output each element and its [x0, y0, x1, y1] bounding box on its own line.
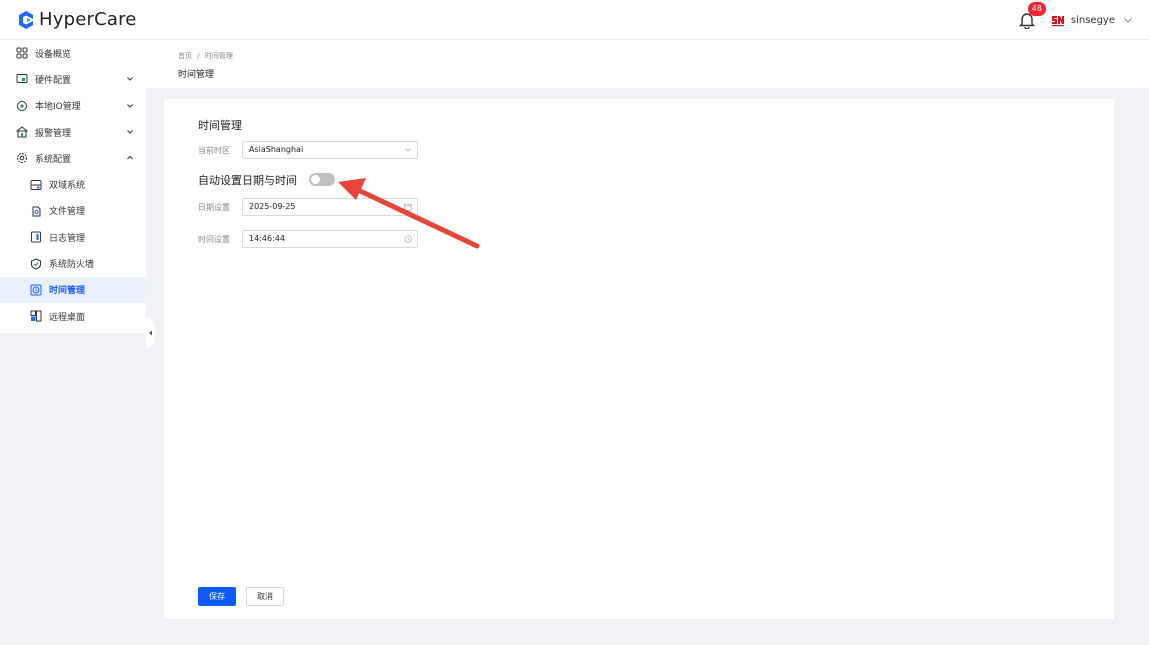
- notification-button[interactable]: 48: [1018, 2, 1046, 30]
- sidebar-item-firewall[interactable]: 系统防火墙: [0, 250, 146, 276]
- sidebar-item-alarm[interactable]: 报警管理: [0, 119, 146, 145]
- sidebar-item-label: 文件管理: [49, 207, 86, 218]
- top-header: HyperCare 48 sinsegye: [0, 0, 1149, 40]
- app-name: HyperCare: [39, 9, 137, 30]
- chevron-down-icon[interactable]: [1123, 15, 1133, 25]
- log-icon: [31, 231, 41, 243]
- sidebar-item-hardware-config[interactable]: 硬件配置: [0, 66, 146, 92]
- sidebar-item-label: 日志管理: [49, 233, 86, 244]
- sidebar-item-file-management[interactable]: 文件管理: [0, 198, 146, 224]
- sidebar-item-remote-desktop[interactable]: 远程桌面: [0, 303, 146, 329]
- sidebar-item-log-management[interactable]: 日志管理: [0, 224, 146, 250]
- app-logo[interactable]: HyperCare: [16, 9, 137, 30]
- hypercare-logo-icon: [19, 10, 33, 29]
- breadcrumb-home[interactable]: 首页: [178, 52, 192, 60]
- sidebar-item-label: 时间管理: [49, 286, 86, 297]
- cancel-button[interactable]: 取消: [246, 587, 284, 606]
- content-header: 首页 / 时间管理 时间管理: [146, 40, 1149, 88]
- grid-icon: [16, 47, 28, 59]
- sidebar-item-label: 系统配置: [35, 154, 72, 165]
- sidebar-item-label: 本地IO管理: [35, 102, 81, 113]
- io-icon: [17, 100, 27, 111]
- timezone-label: 当前时区: [198, 146, 230, 155]
- sidebar-item-label: 设备概览: [35, 49, 72, 60]
- sidebar-item-label: 远程桌面: [49, 312, 86, 323]
- system-config-icon: [17, 153, 27, 164]
- chevron-down-icon: [127, 103, 133, 108]
- save-button[interactable]: 保存: [198, 587, 236, 606]
- date-label: 日期设置: [198, 203, 230, 212]
- chevron-down-icon: [405, 148, 411, 152]
- hardware-icon: [16, 74, 28, 84]
- notification-badge: 48: [1027, 2, 1046, 16]
- switch-knob: [311, 175, 320, 184]
- dual-domain-icon: [30, 179, 42, 190]
- sidebar-item-label: 报警管理: [35, 128, 72, 139]
- username[interactable]: sinsegye: [1071, 15, 1115, 26]
- breadcrumb-separator: /: [197, 52, 200, 60]
- alarm-icon: [16, 126, 28, 138]
- sidebar-item-local-io[interactable]: 本地IO管理: [0, 93, 146, 119]
- page-title: 时间管理: [178, 70, 215, 80]
- date-value: 2025-09-25: [249, 202, 296, 211]
- auto-datetime-label: 自动设置日期与时间: [198, 174, 297, 187]
- sidebar-item-device-overview[interactable]: 设备概览: [0, 40, 146, 66]
- chevron-down-icon: [127, 77, 133, 82]
- company-logo-icon: [1050, 13, 1065, 27]
- breadcrumb: 首页 / 时间管理: [178, 51, 233, 61]
- chevron-down-icon: [127, 130, 133, 134]
- caret-left-icon: [149, 330, 152, 336]
- time-label: 时间设置: [198, 235, 230, 244]
- chevron-up-icon: [127, 156, 133, 160]
- sidebar-item-label: 系统防火墙: [49, 260, 95, 271]
- timezone-select[interactable]: AsiaShanghai: [242, 141, 418, 159]
- sidebar-item-time-management[interactable]: 时间管理: [0, 276, 146, 303]
- time-management-card: 时间管理 当前时区 AsiaShanghai 自动设置日期与时间 日期设置 20…: [164, 99, 1114, 619]
- sidebar-item-label: 硬件配置: [35, 75, 72, 86]
- sidebar-item-label: 双域系统: [49, 181, 86, 192]
- remote-desktop-icon: [30, 310, 42, 322]
- section-title: 时间管理: [198, 119, 242, 132]
- timezone-value: AsiaShanghai: [249, 145, 304, 154]
- clock-icon: [30, 284, 42, 296]
- sidebar-item-system-config[interactable]: 系统配置: [0, 145, 146, 171]
- sidebar-collapse-button[interactable]: [146, 318, 155, 348]
- sidebar-item-dual-domain[interactable]: 双域系统: [0, 171, 146, 197]
- annotation-arrow-icon: [338, 178, 480, 249]
- time-value: 14:46:44: [249, 234, 285, 243]
- breadcrumb-current: 时间管理: [204, 52, 233, 60]
- firewall-icon: [31, 257, 41, 270]
- file-icon: [32, 206, 41, 217]
- sidebar: 设备概览 硬件配置 本地IO管理 报警管理 系统配置 双域系统 文件管理 日志管…: [0, 40, 146, 333]
